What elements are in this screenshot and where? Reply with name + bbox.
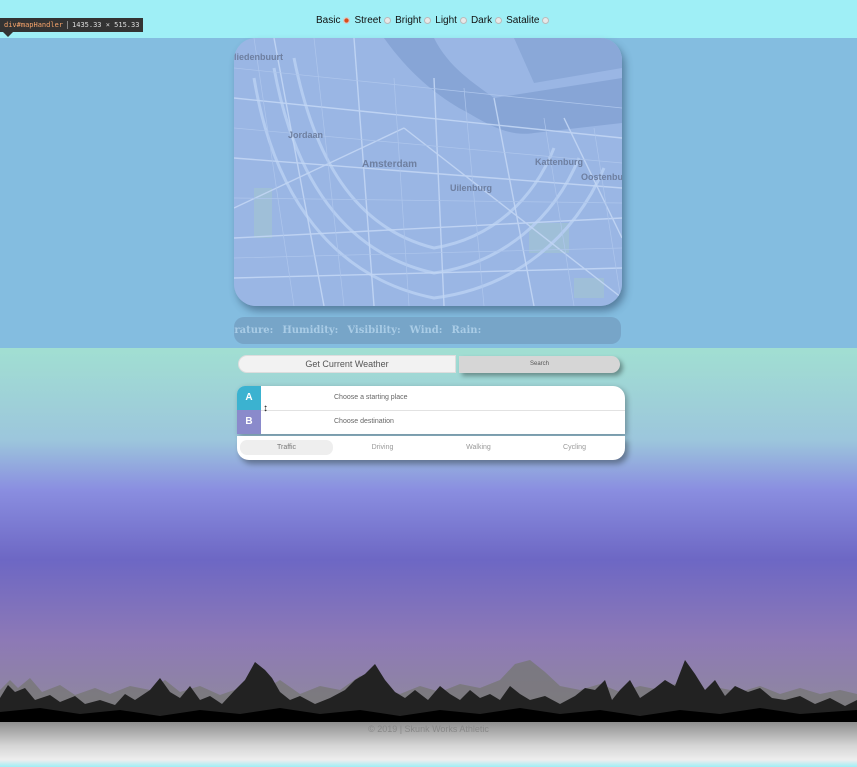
weather-rain-label: Rain: bbox=[451, 325, 482, 336]
map-style-label: Dark bbox=[470, 15, 493, 26]
directions-panel: A Choose a starting place B Choose desti… bbox=[237, 386, 625, 434]
tab-cycling[interactable]: Cycling bbox=[528, 440, 621, 455]
footer-copyright: © 2019 | Skunk Works Athletic bbox=[368, 724, 489, 734]
destination-badge: B bbox=[237, 410, 261, 434]
map-label-kattenburg: Kattenburg bbox=[535, 157, 583, 167]
origin-input[interactable]: Choose a starting place bbox=[334, 386, 408, 410]
destination-row: B Choose destination bbox=[237, 410, 625, 434]
tab-walking[interactable]: Walking bbox=[432, 440, 525, 455]
map-label-amsterdam: Amsterdam bbox=[362, 159, 418, 170]
map-style-switcher: Basic Street Bright Light Dark Satalite bbox=[316, 15, 553, 26]
map-style-label: Satalite bbox=[506, 15, 540, 26]
tab-traffic[interactable]: Traffic bbox=[240, 440, 333, 455]
origin-badge: A bbox=[237, 386, 261, 410]
map-style-basic[interactable]: Basic bbox=[316, 15, 351, 26]
devtools-tooltip: div#mapHandler 1435.33 × 515.33 bbox=[0, 18, 144, 32]
weather-wind-label: Wind: bbox=[409, 325, 443, 336]
weather-search-input[interactable]: Get Current Weather bbox=[238, 355, 456, 373]
search-button[interactable]: Search bbox=[459, 356, 620, 373]
map-style-label: Bright bbox=[395, 15, 422, 26]
map-label-uilenburg: Uilenburg bbox=[450, 183, 492, 193]
map-style-bright[interactable]: Bright bbox=[395, 15, 432, 26]
weather-visibility-label: Visibility: bbox=[347, 325, 401, 336]
routing-profile-tabs: Traffic Driving Walking Cycling bbox=[237, 436, 625, 460]
tab-driving[interactable]: Driving bbox=[336, 440, 429, 455]
radio-button[interactable] bbox=[459, 17, 467, 24]
map-style-light[interactable]: Light bbox=[435, 15, 467, 26]
map-label-oostenburg: Oostenbu bbox=[581, 172, 622, 182]
map-canvas[interactable]: liedenbuurt Jordaan Amsterdam Kattenburg… bbox=[234, 38, 622, 306]
devtools-tooltip-arrow bbox=[3, 32, 13, 37]
devtools-selector: div#mapHandler bbox=[4, 21, 64, 29]
mountain-silhouette bbox=[0, 660, 857, 722]
map-style-label: Basic bbox=[316, 15, 341, 26]
radio-button[interactable] bbox=[343, 17, 351, 24]
map-style-label: Light bbox=[435, 15, 457, 26]
weather-info-bar: erature: Humidity: Visibility: Wind: Rai… bbox=[234, 317, 621, 344]
map-label-jordaan: Jordaan bbox=[288, 130, 324, 140]
map-style-label: Street bbox=[354, 15, 382, 26]
weather-humidity-label: Humidity: bbox=[282, 325, 339, 336]
radio-button[interactable] bbox=[495, 17, 503, 24]
radio-button[interactable] bbox=[542, 17, 550, 24]
map-streets bbox=[234, 38, 622, 306]
map-style-satalite[interactable]: Satalite bbox=[506, 15, 550, 26]
origin-row: A Choose a starting place bbox=[237, 386, 625, 411]
destination-input[interactable]: Choose destination bbox=[334, 410, 394, 434]
devtools-dimensions: 1435.33 × 515.33 bbox=[67, 21, 140, 29]
map-style-street[interactable]: Street bbox=[354, 15, 392, 26]
map-style-dark[interactable]: Dark bbox=[470, 15, 503, 26]
weather-temperature-label: erature: bbox=[234, 325, 274, 336]
swap-arrows-icon[interactable]: ↕ bbox=[263, 403, 268, 415]
radio-button[interactable] bbox=[424, 17, 432, 24]
map-label-liedenbuurt: liedenbuurt bbox=[234, 52, 283, 62]
radio-button[interactable] bbox=[384, 17, 392, 24]
